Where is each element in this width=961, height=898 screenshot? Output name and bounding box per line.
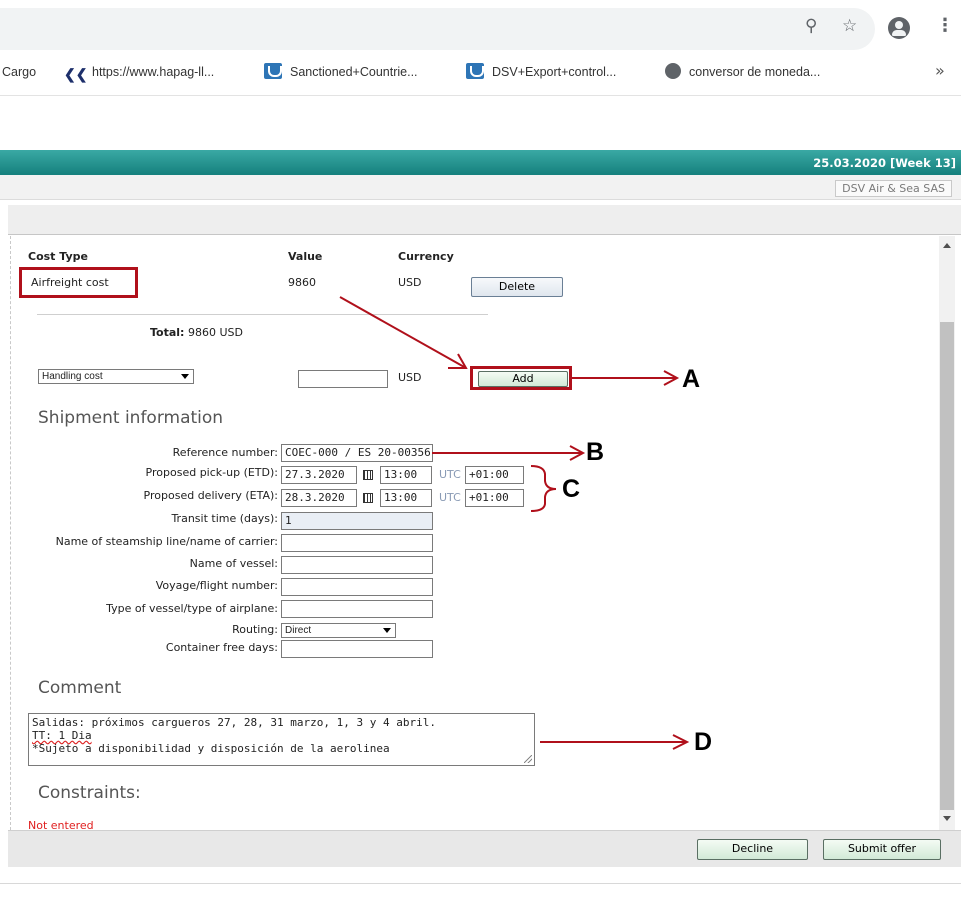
calendar-icon[interactable] — [363, 493, 373, 503]
carrier-label: Name of steamship line/name of carrier: — [55, 535, 278, 548]
col-value: Value — [288, 250, 323, 263]
vertical-scrollbar[interactable] — [939, 236, 955, 830]
reference-label: Reference number: — [172, 446, 278, 459]
comment-title: Comment — [38, 678, 122, 698]
highlight-cost-type — [19, 267, 138, 298]
hapag-lloyd-icon: ❮❮ — [64, 66, 88, 82]
col-currency: Currency — [398, 250, 454, 263]
pickup-utc-label: UTC — [439, 468, 461, 481]
free-days-label: Container free days: — [165, 641, 278, 654]
chevron-down-icon — [383, 628, 391, 633]
company-bar: DSV Air & Sea SAS — [0, 175, 961, 200]
voyage-label: Voyage/flight number: — [155, 579, 278, 592]
divider — [0, 95, 961, 96]
free-days-input[interactable] — [281, 640, 433, 658]
annotation-a: A — [682, 365, 701, 393]
pickup-date-input[interactable]: 27.3.2020 — [281, 466, 357, 484]
divider — [0, 883, 961, 884]
bookmark-item[interactable]: Cargo — [2, 62, 36, 82]
zoom-icon[interactable]: ⚲ — [805, 16, 817, 36]
decline-button[interactable]: Decline — [697, 839, 808, 860]
divider — [37, 314, 488, 315]
delivery-date-input[interactable]: 28.3.2020 — [281, 489, 357, 507]
carrier-input[interactable] — [281, 534, 433, 552]
delivery-utc-label: UTC — [439, 491, 461, 504]
delivery-label: Proposed delivery (ETA): — [143, 489, 278, 502]
bookmark-item[interactable]: ❮❮ https://www.hapag-ll... — [64, 62, 214, 82]
resize-grip-icon[interactable] — [524, 755, 532, 763]
comment-line: Salidas: próximos cargueros 27, 28, 31 m… — [32, 716, 436, 729]
annotation-b: B — [586, 438, 605, 466]
cost-currency-cell: USD — [398, 276, 422, 289]
constraints-status: Not entered — [28, 819, 94, 830]
annotation-c: C — [562, 475, 581, 503]
bookmark-item[interactable]: DSV+Export+control... — [466, 62, 616, 82]
more-vert-icon[interactable]: ⋮ — [936, 15, 954, 36]
vessel-label: Name of vessel: — [189, 557, 278, 570]
transit-label: Transit time (days): — [171, 512, 278, 525]
dsv-shield-icon — [264, 63, 282, 79]
constraints-title: Constraints: — [38, 783, 141, 803]
vessel-input[interactable] — [281, 556, 433, 574]
pane-header — [8, 205, 961, 235]
pickup-label: Proposed pick-up (ETD): — [145, 466, 278, 479]
highlight-add — [470, 366, 572, 390]
more-bookmarks-button[interactable]: » — [935, 61, 945, 80]
comment-textarea[interactable]: Salidas: próximos cargueros 27, 28, 31 m… — [28, 713, 535, 766]
offer-form: Cost Type Value Currency Airfreight cost… — [10, 236, 936, 830]
cost-value-cell: 9860 — [288, 276, 316, 289]
routing-select[interactable]: Direct — [281, 623, 396, 638]
app-header: 25.03.2020 [Week 13] — [0, 150, 961, 175]
vessel-type-input[interactable] — [281, 600, 433, 618]
bookmark-item[interactable]: Sanctioned+Countrie... — [264, 62, 418, 82]
footer-bar: Decline Submit offer — [8, 830, 961, 867]
total-value: 9860 USD — [187, 326, 243, 339]
delete-button[interactable]: Delete — [471, 277, 563, 297]
comment-line: *Sujeto a disponibilidad y disposición d… — [32, 742, 390, 755]
cost-value-input[interactable] — [298, 370, 388, 388]
address-bar[interactable] — [0, 8, 875, 50]
pickup-time-input[interactable]: 13:00 — [380, 466, 432, 484]
delivery-time-input[interactable]: 13:00 — [380, 489, 432, 507]
calendar-icon[interactable] — [363, 470, 373, 480]
shipment-title: Shipment information — [38, 408, 224, 428]
current-date: 25.03.2020 [Week 13] — [813, 156, 956, 170]
voyage-input[interactable] — [281, 578, 433, 596]
globe-icon — [665, 63, 681, 79]
delivery-offset-input[interactable]: +01:00 — [465, 489, 524, 507]
cost-type-select[interactable]: Handling cost — [38, 369, 194, 384]
annotation-d: D — [694, 728, 713, 756]
bookmark-item[interactable]: conversor de moneda... — [665, 62, 820, 82]
transit-input[interactable]: 1 — [281, 512, 433, 530]
dsv-shield-icon — [466, 63, 484, 79]
scroll-up-icon[interactable] — [943, 243, 951, 248]
total-row: Total: 9860 USD — [150, 326, 243, 339]
vessel-type-label: Type of vessel/type of airplane: — [106, 602, 278, 615]
reference-input[interactable]: COEC-000 / ES 20-00356 — [281, 444, 433, 462]
star-icon[interactable]: ☆ — [842, 16, 857, 36]
total-label: Total: — [150, 326, 185, 339]
account-icon[interactable] — [888, 17, 910, 39]
submit-offer-button[interactable]: Submit offer — [823, 839, 941, 860]
pickup-offset-input[interactable]: +01:00 — [465, 466, 524, 484]
routing-label: Routing: — [232, 623, 278, 636]
scroll-down-icon[interactable] — [943, 816, 951, 821]
chevron-down-icon — [181, 374, 189, 379]
new-cost-currency: USD — [398, 371, 422, 384]
comment-line: TT: 1 Dia — [32, 729, 92, 742]
col-cost-type: Cost Type — [28, 250, 88, 263]
company-tab[interactable]: DSV Air & Sea SAS — [835, 180, 952, 197]
scrollbar-thumb[interactable] — [940, 322, 954, 810]
